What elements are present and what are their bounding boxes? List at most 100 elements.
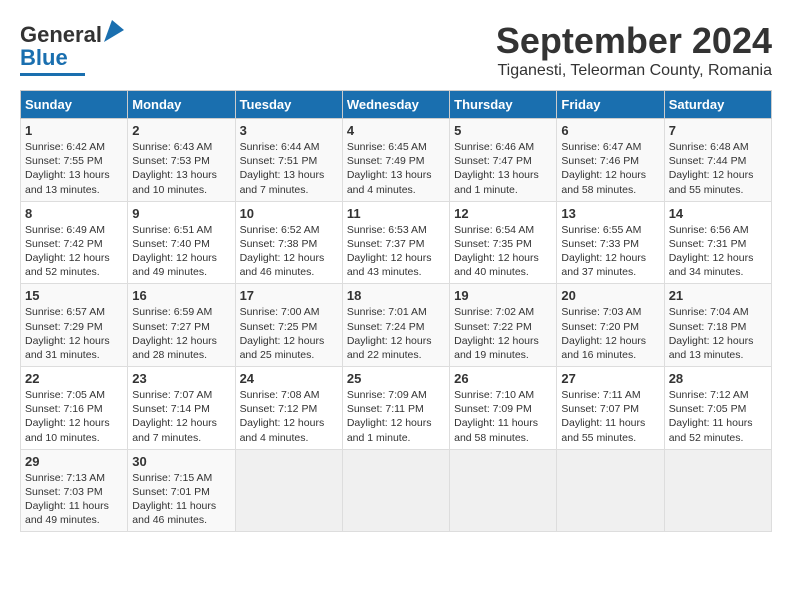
calendar-cell: 19 Sunrise: 7:02 AM Sunset: 7:22 PM Dayli… <box>450 284 557 367</box>
day-info: Sunrise: 6:59 AM Sunset: 7:27 PM Dayligh… <box>132 305 230 362</box>
calendar-week-3: 15 Sunrise: 6:57 AM Sunset: 7:29 PM Dayli… <box>21 284 772 367</box>
day-info: Sunrise: 7:02 AM Sunset: 7:22 PM Dayligh… <box>454 305 552 362</box>
day-info: Sunrise: 6:57 AM Sunset: 7:29 PM Dayligh… <box>25 305 123 362</box>
col-monday: Monday <box>128 91 235 119</box>
calendar-cell: 4 Sunrise: 6:45 AM Sunset: 7:49 PM Daylig… <box>342 119 449 202</box>
calendar-cell: 25 Sunrise: 7:09 AM Sunset: 7:11 PM Dayli… <box>342 367 449 450</box>
day-number: 3 <box>240 123 338 138</box>
calendar-cell <box>450 449 557 532</box>
calendar-cell: 21 Sunrise: 7:04 AM Sunset: 7:18 PM Dayli… <box>664 284 771 367</box>
calendar-cell: 3 Sunrise: 6:44 AM Sunset: 7:51 PM Daylig… <box>235 119 342 202</box>
day-number: 25 <box>347 371 445 386</box>
day-number: 24 <box>240 371 338 386</box>
calendar-cell: 9 Sunrise: 6:51 AM Sunset: 7:40 PM Daylig… <box>128 201 235 284</box>
day-info: Sunrise: 6:48 AM Sunset: 7:44 PM Dayligh… <box>669 140 767 197</box>
calendar-cell: 14 Sunrise: 6:56 AM Sunset: 7:31 PM Dayli… <box>664 201 771 284</box>
day-info: Sunrise: 6:53 AM Sunset: 7:37 PM Dayligh… <box>347 223 445 280</box>
calendar-cell: 13 Sunrise: 6:55 AM Sunset: 7:33 PM Dayli… <box>557 201 664 284</box>
col-saturday: Saturday <box>664 91 771 119</box>
day-info: Sunrise: 7:05 AM Sunset: 7:16 PM Dayligh… <box>25 388 123 445</box>
col-wednesday: Wednesday <box>342 91 449 119</box>
calendar-cell: 22 Sunrise: 7:05 AM Sunset: 7:16 PM Dayli… <box>21 367 128 450</box>
calendar-cell: 2Sunrise: 6:43 AM Sunset: 7:53 PM Daylig… <box>128 119 235 202</box>
day-info: Sunrise: 6:46 AM Sunset: 7:47 PM Dayligh… <box>454 140 552 197</box>
day-number: 21 <box>669 288 767 303</box>
calendar-cell <box>235 449 342 532</box>
day-info: Sunrise: 7:00 AM Sunset: 7:25 PM Dayligh… <box>240 305 338 362</box>
calendar-cell: 12Sunrise: 6:54 AM Sunset: 7:35 PM Dayli… <box>450 201 557 284</box>
day-info: Sunrise: 7:13 AM Sunset: 7:03 PM Dayligh… <box>25 471 123 528</box>
day-number: 30 <box>132 454 230 469</box>
day-info: Sunrise: 6:51 AM Sunset: 7:40 PM Dayligh… <box>132 223 230 280</box>
title-area: September 2024 Tiganesti, Teleorman Coun… <box>496 20 772 80</box>
day-info: Sunrise: 6:56 AM Sunset: 7:31 PM Dayligh… <box>669 223 767 280</box>
day-number: 13 <box>561 206 659 221</box>
calendar-cell: 23Sunrise: 7:07 AM Sunset: 7:14 PM Dayli… <box>128 367 235 450</box>
day-info: Sunrise: 6:44 AM Sunset: 7:51 PM Dayligh… <box>240 140 338 197</box>
calendar-cell: 30 Sunrise: 7:15 AM Sunset: 7:01 PM Dayli… <box>128 449 235 532</box>
day-number: 8 <box>25 206 123 221</box>
day-number: 26 <box>454 371 552 386</box>
calendar-cell: 7 Sunrise: 6:48 AM Sunset: 7:44 PM Daylig… <box>664 119 771 202</box>
calendar-cell <box>664 449 771 532</box>
day-info: Sunrise: 7:11 AM Sunset: 7:07 PM Dayligh… <box>561 388 659 445</box>
header-row: Sunday Monday Tuesday Wednesday Thursday… <box>21 91 772 119</box>
calendar-table: Sunday Monday Tuesday Wednesday Thursday… <box>20 90 772 532</box>
day-info: Sunrise: 7:08 AM Sunset: 7:12 PM Dayligh… <box>240 388 338 445</box>
calendar-cell: 29 Sunrise: 7:13 AM Sunset: 7:03 PM Dayli… <box>21 449 128 532</box>
day-number: 17 <box>240 288 338 303</box>
calendar-cell: 18 Sunrise: 7:01 AM Sunset: 7:24 PM Dayli… <box>342 284 449 367</box>
calendar-cell: 16 Sunrise: 6:59 AM Sunset: 7:27 PM Dayli… <box>128 284 235 367</box>
calendar-cell: 27 Sunrise: 7:11 AM Sunset: 7:07 PM Dayli… <box>557 367 664 450</box>
calendar-cell: 10Sunrise: 6:52 AM Sunset: 7:38 PM Dayli… <box>235 201 342 284</box>
calendar-cell: 8 Sunrise: 6:49 AM Sunset: 7:42 PM Daylig… <box>21 201 128 284</box>
logo-blue: Blue <box>20 45 68 70</box>
day-number: 22 <box>25 371 123 386</box>
day-info: Sunrise: 7:07 AM Sunset: 7:14 PM Dayligh… <box>132 388 230 445</box>
calendar-cell: 5 Sunrise: 6:46 AM Sunset: 7:47 PM Daylig… <box>450 119 557 202</box>
calendar-cell: 24 Sunrise: 7:08 AM Sunset: 7:12 PM Dayli… <box>235 367 342 450</box>
day-number: 11 <box>347 206 445 221</box>
day-number: 2 <box>132 123 230 138</box>
day-number: 10 <box>240 206 338 221</box>
day-number: 16 <box>132 288 230 303</box>
col-tuesday: Tuesday <box>235 91 342 119</box>
day-info: Sunrise: 7:12 AM Sunset: 7:05 PM Dayligh… <box>669 388 767 445</box>
day-number: 4 <box>347 123 445 138</box>
day-number: 15 <box>25 288 123 303</box>
page-subtitle: Tiganesti, Teleorman County, Romania <box>496 62 772 80</box>
day-number: 6 <box>561 123 659 138</box>
day-info: Sunrise: 7:01 AM Sunset: 7:24 PM Dayligh… <box>347 305 445 362</box>
day-info: Sunrise: 7:15 AM Sunset: 7:01 PM Dayligh… <box>132 471 230 528</box>
day-number: 27 <box>561 371 659 386</box>
day-info: Sunrise: 6:55 AM Sunset: 7:33 PM Dayligh… <box>561 223 659 280</box>
calendar-cell: 6Sunrise: 6:47 AM Sunset: 7:46 PM Daylig… <box>557 119 664 202</box>
day-number: 1 <box>25 123 123 138</box>
calendar-cell: 11 Sunrise: 6:53 AM Sunset: 7:37 PM Dayli… <box>342 201 449 284</box>
day-number: 5 <box>454 123 552 138</box>
col-sunday: Sunday <box>21 91 128 119</box>
day-info: Sunrise: 6:42 AM Sunset: 7:55 PM Dayligh… <box>25 140 123 197</box>
day-number: 20 <box>561 288 659 303</box>
day-info: Sunrise: 6:49 AM Sunset: 7:42 PM Dayligh… <box>25 223 123 280</box>
calendar-week-4: 22 Sunrise: 7:05 AM Sunset: 7:16 PM Dayli… <box>21 367 772 450</box>
calendar-week-5: 29 Sunrise: 7:13 AM Sunset: 7:03 PM Dayli… <box>21 449 772 532</box>
day-number: 19 <box>454 288 552 303</box>
calendar-cell: 17 Sunrise: 7:00 AM Sunset: 7:25 PM Dayli… <box>235 284 342 367</box>
calendar-cell <box>557 449 664 532</box>
day-number: 7 <box>669 123 767 138</box>
calendar-cell: 15 Sunrise: 6:57 AM Sunset: 7:29 PM Dayli… <box>21 284 128 367</box>
day-number: 9 <box>132 206 230 221</box>
day-info: Sunrise: 6:54 AM Sunset: 7:35 PM Dayligh… <box>454 223 552 280</box>
calendar-cell: 26Sunrise: 7:10 AM Sunset: 7:09 PM Dayli… <box>450 367 557 450</box>
day-info: Sunrise: 6:45 AM Sunset: 7:49 PM Dayligh… <box>347 140 445 197</box>
day-number: 29 <box>25 454 123 469</box>
logo-general: General <box>20 22 102 48</box>
day-number: 28 <box>669 371 767 386</box>
day-info: Sunrise: 7:03 AM Sunset: 7:20 PM Dayligh… <box>561 305 659 362</box>
calendar-cell <box>342 449 449 532</box>
day-number: 18 <box>347 288 445 303</box>
day-number: 14 <box>669 206 767 221</box>
day-info: Sunrise: 7:04 AM Sunset: 7:18 PM Dayligh… <box>669 305 767 362</box>
day-info: Sunrise: 7:09 AM Sunset: 7:11 PM Dayligh… <box>347 388 445 445</box>
